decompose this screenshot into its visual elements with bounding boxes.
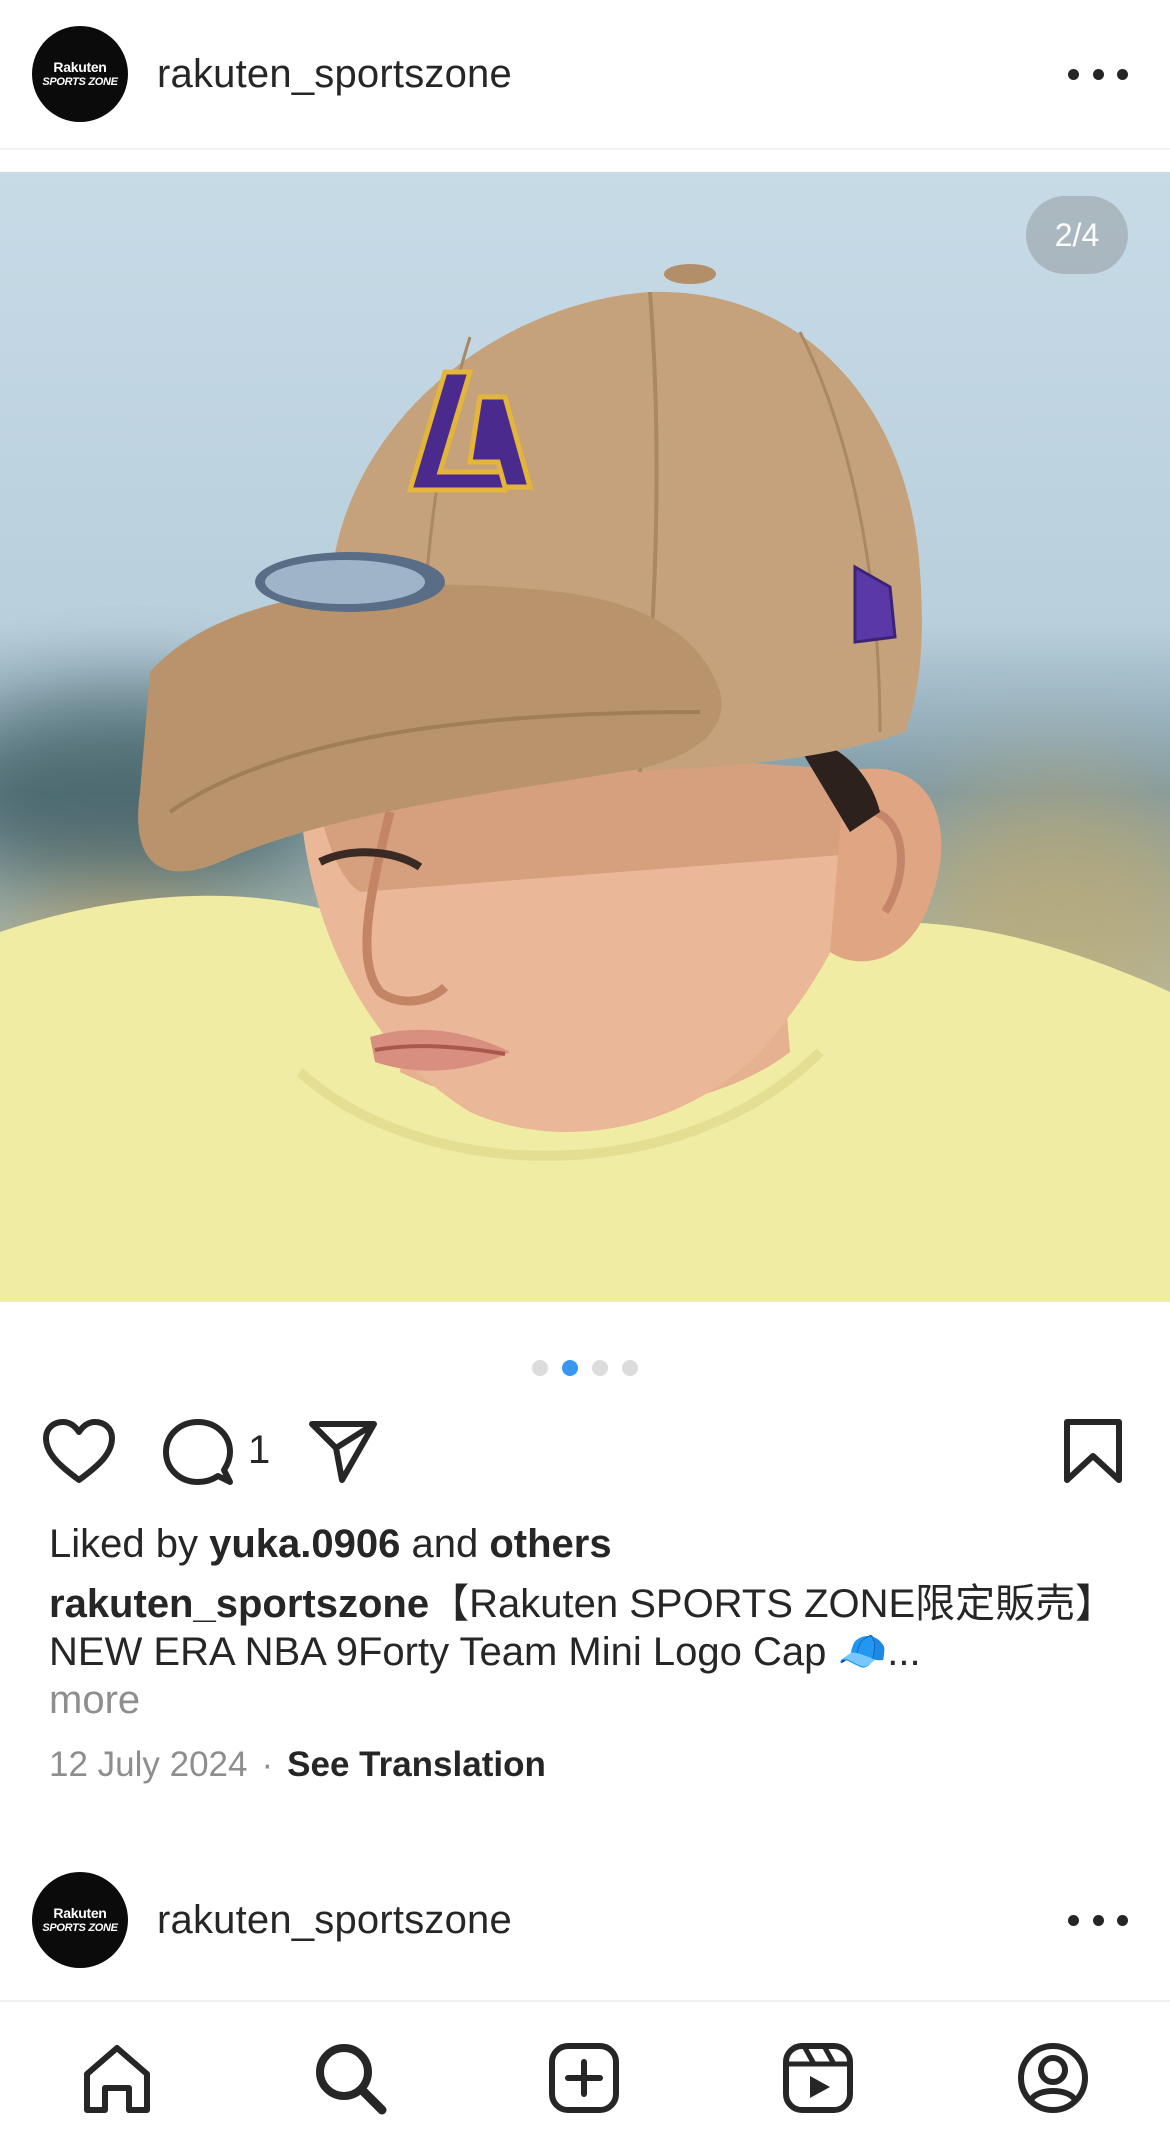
carousel-counter: 2/4 [1026,196,1128,274]
avatar-logo-line2: SPORTS ZONE [42,75,118,88]
carousel-dot [592,1360,608,1376]
search-icon[interactable] [312,2040,388,2116]
carousel-dot-active [562,1360,578,1376]
more-dots-icon[interactable] [1068,54,1128,94]
carousel-dot [622,1360,638,1376]
liked-by-middle: and [400,1522,490,1566]
meta-separator: · [261,1745,274,1784]
post-date: 12 July 2024 [49,1745,248,1784]
avatar[interactable]: Rakuten SPORTS ZONE [32,26,128,122]
liked-by-prefix: Liked by [49,1522,210,1566]
comment-icon[interactable] [162,1418,234,1488]
caption-username[interactable]: rakuten_sportszone [49,1582,429,1626]
post-meta: 12 July 2024 · See Translation [49,1745,546,1785]
carousel-indicator [0,1360,1170,1376]
bookmark-icon[interactable] [1063,1418,1123,1484]
avatar-logo-line1: Rakuten [53,1904,107,1921]
comment-count: 1 [248,1428,271,1472]
liked-by: Liked by yuka.0906 and others [49,1522,612,1567]
avatar-logo-line2: SPORTS ZONE [42,1921,118,1934]
avatar-logo-line1: Rakuten [53,58,107,75]
post-username[interactable]: rakuten_sportszone [157,52,512,97]
liked-by-others[interactable]: others [489,1522,611,1566]
caption-more-link[interactable]: more [49,1678,140,1722]
see-translation-link[interactable]: See Translation [287,1745,546,1784]
heart-icon[interactable] [42,1418,116,1484]
cap-model-illustration [0,264,1170,1302]
post-image[interactable]: 2/4 [0,172,1170,1302]
post-caption: rakuten_sportszone【Rakuten SPORTS ZONE限定… [49,1580,1099,1724]
send-icon[interactable] [308,1418,378,1484]
profile-icon[interactable] [1015,2040,1091,2116]
post-username[interactable]: rakuten_sportszone [157,1898,512,1943]
home-icon[interactable] [79,2040,155,2116]
reels-icon[interactable] [780,2040,856,2116]
bottom-tab-bar [0,2000,1170,2153]
post-header: Rakuten SPORTS ZONE rakuten_sportszone [0,0,1170,150]
create-post-icon[interactable] [546,2040,622,2116]
post-actions: 1 [0,1410,1170,1490]
next-post-header: Rakuten SPORTS ZONE rakuten_sportszone [0,1850,1170,1990]
carousel-dot [532,1360,548,1376]
liked-by-user[interactable]: yuka.0906 [209,1522,400,1566]
avatar[interactable]: Rakuten SPORTS ZONE [32,1872,128,1968]
more-dots-icon[interactable] [1068,1900,1128,1940]
